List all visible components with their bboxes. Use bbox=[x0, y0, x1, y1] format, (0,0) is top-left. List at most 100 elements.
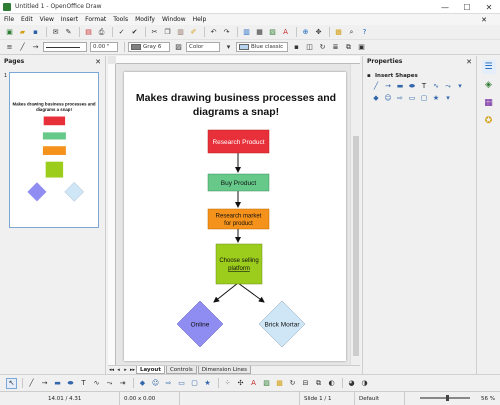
redo-icon[interactable]: ↷ bbox=[221, 27, 232, 38]
extrusion-icon[interactable]: ◐ bbox=[326, 378, 337, 389]
node-buy-product[interactable]: Buy Product bbox=[207, 173, 270, 192]
arrow-style-icon[interactable]: → bbox=[30, 42, 41, 53]
prev-tab-icon[interactable]: ◂ bbox=[115, 367, 122, 373]
menu-modify[interactable]: Modify bbox=[135, 16, 155, 23]
area-style-select[interactable]: Color bbox=[186, 42, 220, 52]
zoom-slider-knob[interactable] bbox=[446, 395, 449, 401]
glue-points-icon[interactable]: ✣ bbox=[235, 378, 246, 389]
minimize-button[interactable]: — bbox=[434, 0, 456, 14]
line-width-field[interactable]: 0.00 " bbox=[90, 42, 118, 52]
first-tab-icon[interactable]: ◂◂ bbox=[108, 367, 115, 373]
node-brick-mortar[interactable]: Brick Mortar bbox=[258, 300, 306, 348]
node-research-product[interactable]: Research Product bbox=[207, 129, 270, 154]
hyperlink-icon[interactable]: ⊕ bbox=[300, 27, 311, 38]
curve-shape-icon[interactable]: ∿ bbox=[430, 82, 442, 90]
rotate-tool-icon[interactable]: ↻ bbox=[287, 378, 298, 389]
insert-shapes-header[interactable]: ▪ Insert Shapes bbox=[363, 71, 477, 80]
image-icon[interactable]: ▨ bbox=[267, 27, 278, 38]
group-icon[interactable]: ▣ bbox=[356, 42, 367, 53]
lines-arrows-icon[interactable]: ⇥ bbox=[117, 378, 128, 389]
transparency-icon[interactable]: ◫ bbox=[304, 42, 315, 53]
line-shape-icon[interactable]: ╱ bbox=[370, 82, 382, 90]
gallery-icon[interactable]: ▩ bbox=[333, 27, 344, 38]
node-choose-platform[interactable]: Choose selling platform bbox=[215, 243, 263, 285]
area-fill-select[interactable]: Blue classic bbox=[236, 42, 288, 52]
drawing-page[interactable]: Makes drawing business processes and dia… bbox=[124, 72, 346, 361]
next-tab-icon[interactable]: ▸ bbox=[122, 367, 129, 373]
help-icon[interactable]: ? bbox=[359, 27, 370, 38]
callouts-icon[interactable]: ▢ bbox=[418, 94, 430, 102]
edit-file-icon[interactable]: ✎ bbox=[63, 27, 74, 38]
autospell-icon[interactable]: ✔ bbox=[129, 27, 140, 38]
shadow-icon[interactable]: ▪ bbox=[291, 42, 302, 53]
save-icon[interactable]: ▪ bbox=[30, 27, 41, 38]
arrange-icon[interactable]: ⧉ bbox=[343, 42, 354, 53]
menu-edit[interactable]: Edit bbox=[21, 16, 33, 23]
rectangle-shape-icon[interactable]: ▬ bbox=[394, 82, 406, 90]
tab-layout[interactable]: Layout bbox=[136, 366, 165, 374]
rectangle-tool-icon[interactable]: ▬ bbox=[52, 378, 63, 389]
curve-tool-icon[interactable]: ∿ bbox=[91, 378, 102, 389]
zoom-percent[interactable]: 56 % bbox=[481, 396, 495, 402]
menu-file[interactable]: File bbox=[4, 16, 14, 23]
clone-formatting-icon[interactable]: ✐ bbox=[188, 27, 199, 38]
symbol-shapes-icon[interactable]: ☺ bbox=[382, 94, 394, 102]
connector-shape-icon[interactable]: ⤳ bbox=[442, 82, 454, 91]
page-thumbnail[interactable]: Makes drawing business processes and dia… bbox=[9, 72, 99, 228]
align-tool-icon[interactable]: ⊟ bbox=[300, 378, 311, 389]
arrow-tool-icon[interactable]: → bbox=[39, 378, 50, 389]
dropdown-icon[interactable]: ▾ bbox=[223, 42, 234, 53]
fontwork-tool-icon[interactable]: A bbox=[248, 378, 259, 389]
stars-tool-icon[interactable]: ★ bbox=[202, 378, 213, 389]
tab-controls[interactable]: Controls bbox=[165, 366, 197, 374]
ellipse-tool-icon[interactable]: ⬬ bbox=[65, 378, 76, 389]
rotate-icon[interactable]: ↻ bbox=[317, 42, 328, 53]
styles-deck-icon[interactable]: ◈ bbox=[482, 78, 496, 92]
text-shape-icon[interactable]: T bbox=[418, 82, 430, 90]
open-folder-icon[interactable]: ▰ bbox=[17, 27, 28, 38]
more-shapes-2-icon[interactable]: ▾ bbox=[442, 94, 454, 102]
navigator-deck-icon[interactable]: ✪ bbox=[482, 114, 496, 128]
properties-deck-icon[interactable]: ☰ bbox=[481, 60, 496, 74]
line-style-select[interactable] bbox=[43, 42, 87, 52]
arrange-tool-icon[interactable]: ⧉ bbox=[313, 378, 324, 389]
drawing-canvas[interactable]: Makes drawing business processes and dia… bbox=[108, 56, 360, 365]
more-shapes-icon[interactable]: ▾ bbox=[454, 82, 466, 90]
menu-format[interactable]: Format bbox=[85, 16, 106, 23]
undo-icon[interactable]: ↶ bbox=[208, 27, 219, 38]
line-styles-icon[interactable]: ≡ bbox=[4, 42, 15, 53]
export-pdf-icon[interactable]: ▤ bbox=[83, 27, 94, 38]
block-arrows-icon[interactable]: ⇨ bbox=[394, 94, 406, 102]
connector-tool-icon[interactable]: ⤳ bbox=[104, 378, 115, 389]
zoom-slider[interactable] bbox=[420, 395, 470, 401]
menu-tools[interactable]: Tools bbox=[113, 16, 128, 23]
zoom-icon[interactable]: ⌕ bbox=[346, 27, 357, 38]
symbol-shapes-tool-icon[interactable]: ☺ bbox=[150, 378, 161, 389]
menu-insert[interactable]: Insert bbox=[61, 16, 78, 23]
toggle-extrusion-icon[interactable]: ◑ bbox=[359, 378, 370, 389]
flowchart-icon[interactable]: ▭ bbox=[406, 94, 418, 102]
line-color-select[interactable]: Gray 6 bbox=[128, 42, 170, 52]
line-tool-icon[interactable]: ╱ bbox=[26, 378, 37, 389]
close-panel-icon[interactable]: ✕ bbox=[95, 58, 101, 66]
close-button[interactable]: ✕ bbox=[478, 0, 500, 14]
gallery-deck-icon[interactable]: ▦ bbox=[482, 96, 496, 110]
points-icon[interactable]: ⁘ bbox=[222, 378, 233, 389]
callouts-tool-icon[interactable]: ▢ bbox=[189, 378, 200, 389]
menu-view[interactable]: View bbox=[40, 16, 54, 23]
maximize-button[interactable]: ☐ bbox=[456, 0, 478, 14]
scroll-thumb[interactable] bbox=[353, 136, 359, 356]
basic-shapes-tool-icon[interactable]: ◆ bbox=[137, 378, 148, 389]
navigator-icon[interactable]: ✥ bbox=[313, 27, 324, 38]
chart-icon[interactable]: ▥ bbox=[241, 27, 252, 38]
mail-icon[interactable]: ✉ bbox=[50, 27, 61, 38]
paste-icon[interactable]: ▥ bbox=[175, 27, 186, 38]
vertical-scrollbar[interactable] bbox=[350, 64, 360, 367]
menu-help[interactable]: Help bbox=[193, 16, 207, 23]
area-icon[interactable]: ▨ bbox=[173, 42, 184, 53]
close-properties-icon[interactable]: ✕ bbox=[466, 58, 472, 66]
3d-objects-icon[interactable]: ◕ bbox=[346, 378, 357, 389]
gallery-tool-icon[interactable]: ▩ bbox=[274, 378, 285, 389]
text-tool-icon[interactable]: T bbox=[78, 378, 89, 389]
tab-dimension-lines[interactable]: Dimension Lines bbox=[197, 366, 252, 374]
